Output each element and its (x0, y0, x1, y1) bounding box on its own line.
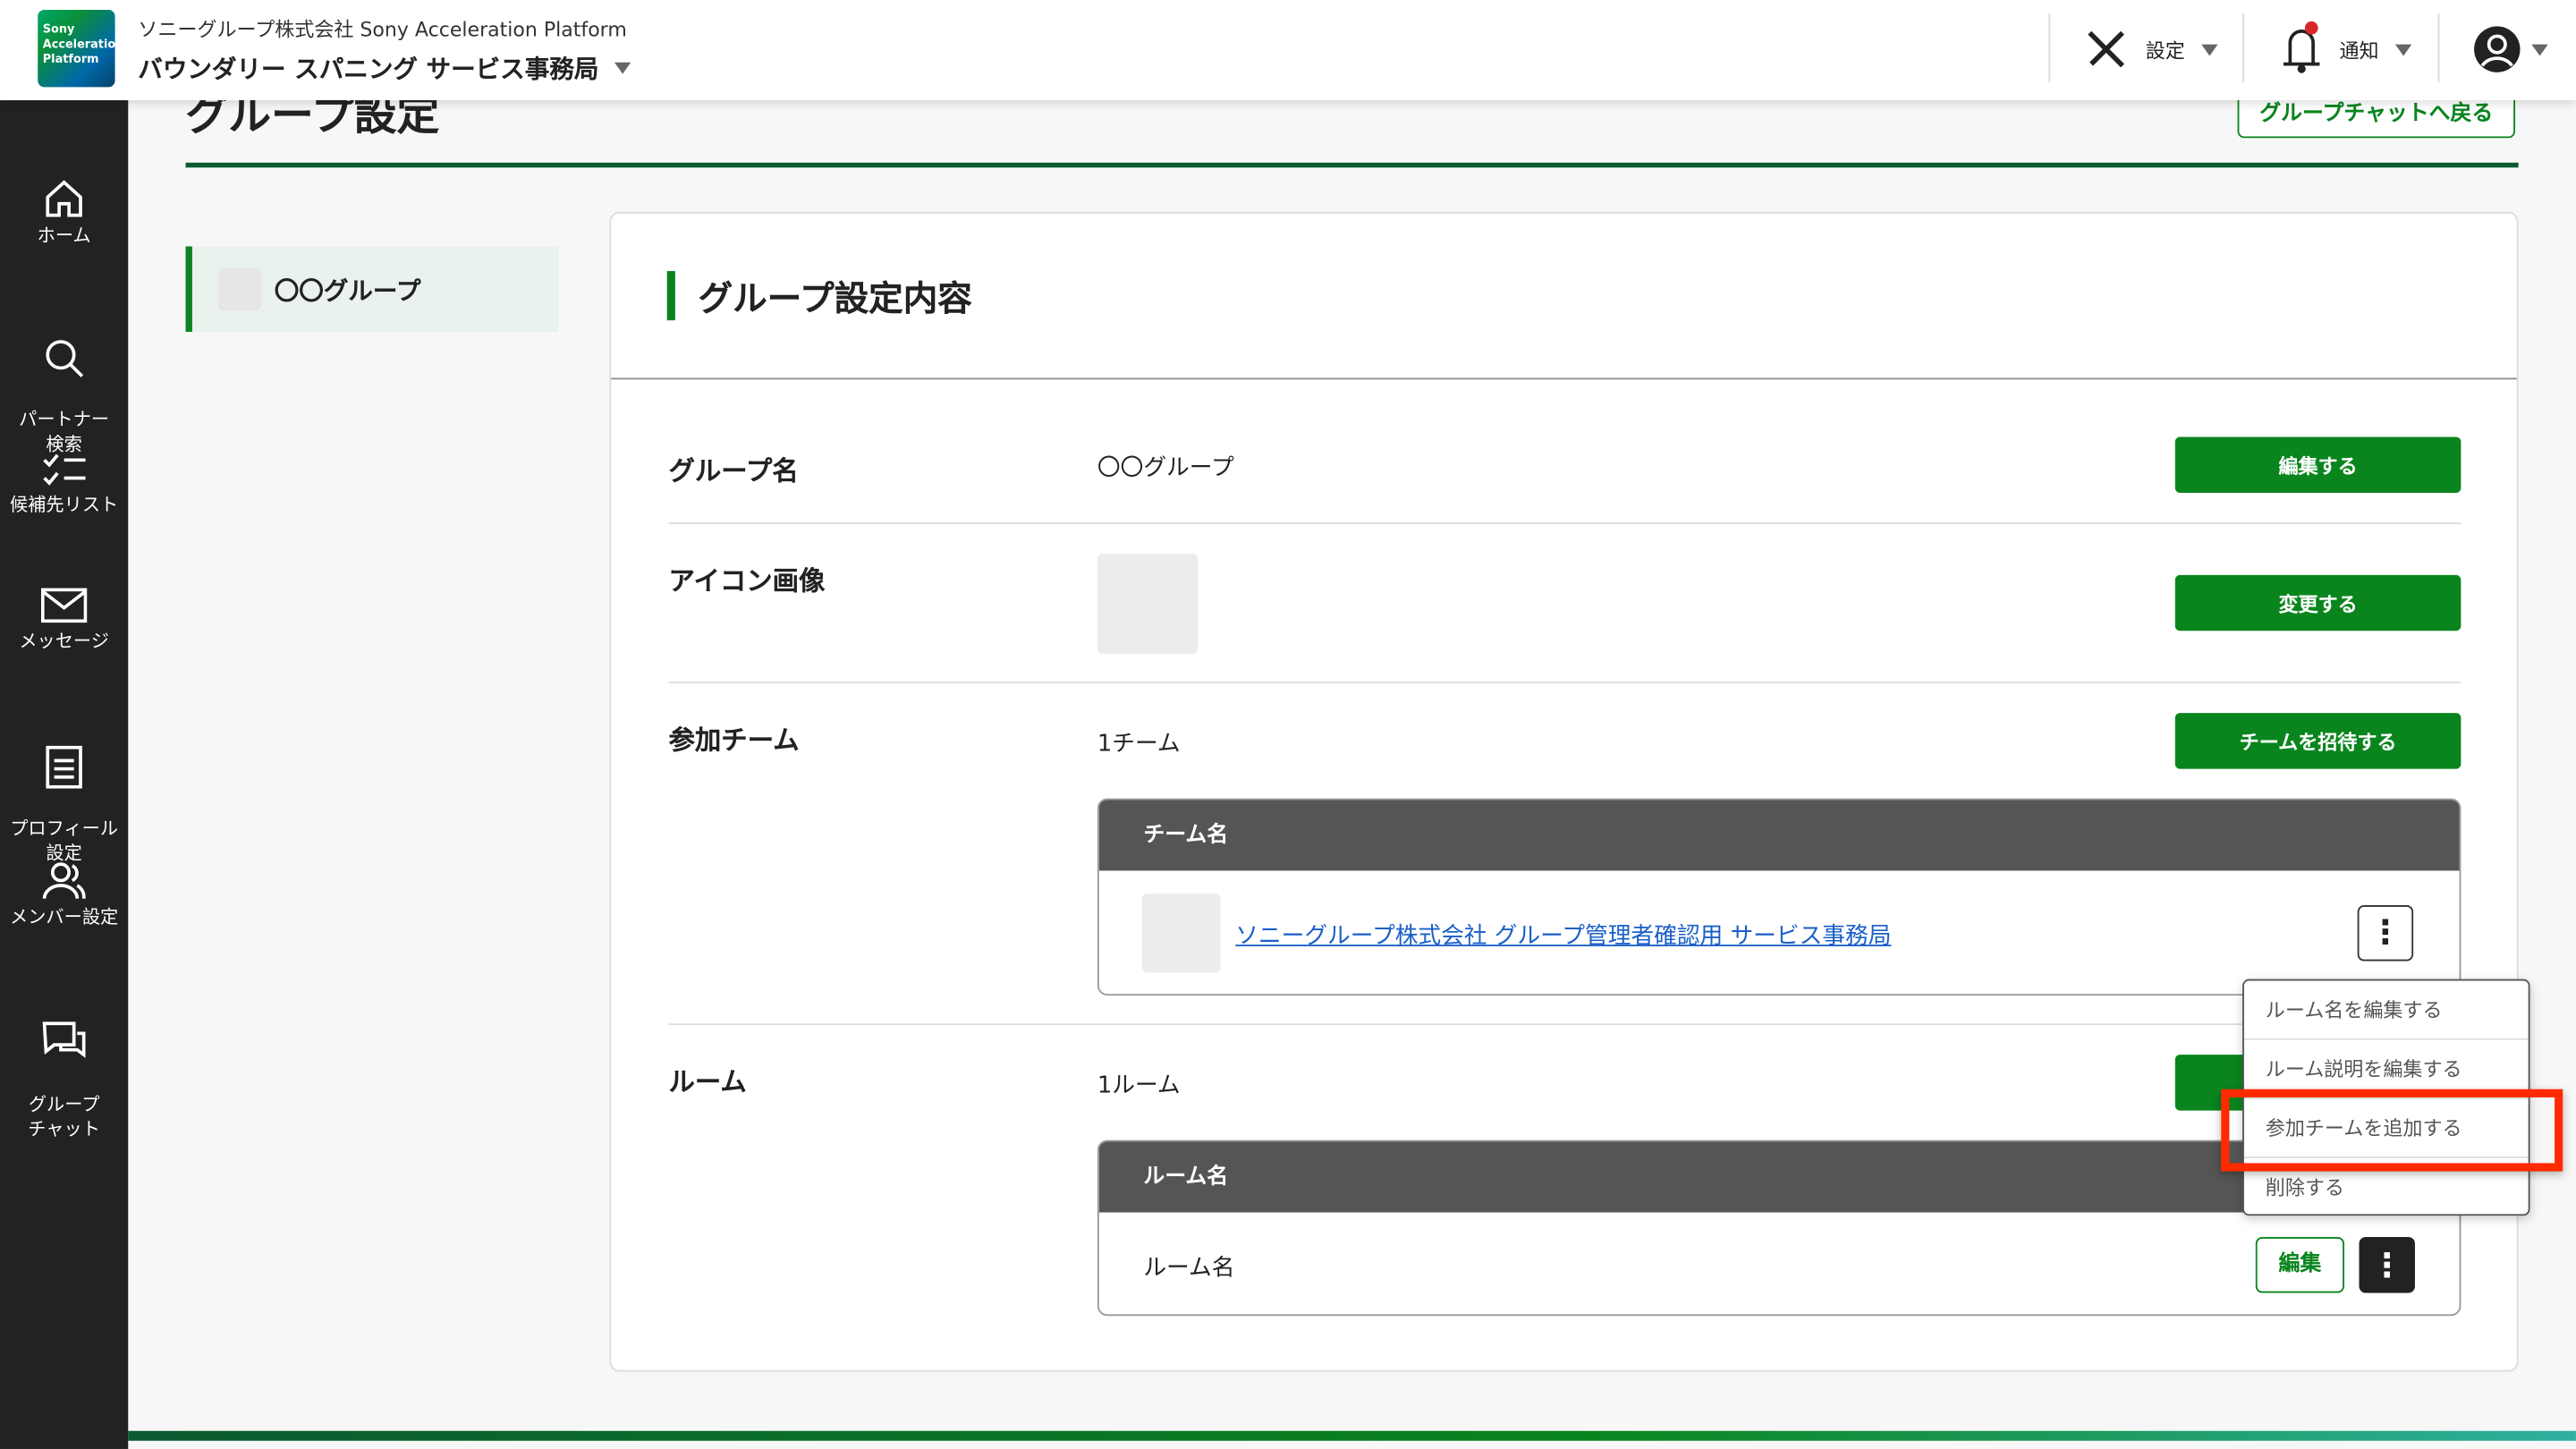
room-edit-button[interactable]: 編集 (2256, 1237, 2344, 1292)
sidebar-item-group-chat[interactable]: グループ チャット (0, 994, 128, 1141)
invite-team-button[interactable]: チームを招待する (2175, 713, 2462, 768)
room-name: ルーム名 (1143, 1250, 1234, 1284)
sidebar-item-label: メンバー設定 (10, 907, 118, 928)
kebab-icon: ⋮ (2370, 1245, 2403, 1284)
icon-image-label: アイコン画像 (669, 558, 826, 597)
sony-acceleration-platform-logo[interactable]: Sony Acceleration Platform (38, 10, 114, 87)
section-title: グループ設定内容 (699, 273, 972, 322)
logo-line: Platform (43, 53, 115, 68)
sidebar-item-label: グループ チャット (28, 1094, 100, 1140)
notification-dot (2305, 21, 2318, 35)
divider (2438, 13, 2440, 82)
divider (611, 377, 2517, 379)
footer-gradient-bar (128, 1431, 2576, 1441)
chevron-down-icon (2395, 44, 2411, 55)
teams-label: 参加チーム (669, 718, 800, 758)
team-icon (1142, 894, 1221, 972)
bell-icon (2280, 23, 2323, 76)
notifications-button[interactable]: 通知 (2280, 23, 2411, 76)
notifications-label: 通知 (2339, 35, 2378, 63)
team-more-button[interactable]: ⋮ (2358, 905, 2413, 961)
group-name-label: グループ名 (669, 448, 799, 487)
team-name-link[interactable]: ソニーグループ株式会社 グループ管理者確認用 サービス事務局 (1235, 919, 1891, 952)
logo-line: Sony (43, 23, 115, 38)
tools-icon (2083, 26, 2129, 72)
sidebar-item-partner-search[interactable]: パートナー 検索 (0, 312, 128, 457)
app-root: Sony Acceleration Platform ソニーグループ株式会社 S… (0, 0, 2576, 1449)
company-name: ソニーグループ株式会社 Sony Acceleration Platform (138, 15, 627, 43)
sidebar-item-messages[interactable]: メッセージ (0, 587, 128, 654)
group-name-value: 〇〇グループ (1097, 450, 1234, 483)
sidebar-item-label: ホーム (38, 225, 91, 247)
divider (2048, 13, 2050, 82)
settings-card: グループ設定内容 グループ名 〇〇グループ 編集する アイコン画像 変更する 参… (609, 212, 2518, 1372)
room-more-button[interactable]: ⋮ (2360, 1237, 2415, 1292)
sidebar-item-label: メッセージ (19, 631, 109, 652)
user-avatar-icon (2472, 25, 2521, 74)
group-icon-placeholder (218, 267, 261, 310)
sidebar-item-member-settings[interactable]: メンバー設定 (0, 860, 128, 930)
divider (2242, 13, 2244, 82)
sidebar-item-label: パートナー 検索 (19, 409, 109, 454)
sidebar-item-profile-settings[interactable]: プロフィール 設定 (0, 718, 128, 866)
group-tab-label: 〇〇グループ (275, 273, 421, 308)
profile-doc-icon (45, 742, 84, 788)
chevron-down-icon (2201, 44, 2217, 55)
title-underline (186, 163, 2519, 168)
chat-icon (41, 1019, 87, 1064)
home-icon (43, 177, 86, 220)
chevron-down-icon (2531, 44, 2547, 55)
team-table: チーム名 ソニーグループ株式会社 グループ管理者確認用 サービス事務局 ⋮ (1097, 799, 2461, 996)
section-accent-bar (667, 271, 675, 320)
org-name: バウンダリー スパニング サービス事務局 (138, 51, 598, 86)
rooms-label: ルーム (669, 1060, 747, 1099)
chevron-down-icon (615, 63, 631, 74)
sidebar-item-home[interactable]: ホーム (0, 177, 128, 248)
edit-group-name-button[interactable]: 編集する (2175, 437, 2462, 493)
rooms-count: 1ルーム (1097, 1068, 1181, 1101)
search-icon (43, 337, 86, 380)
group-icon-image (1097, 554, 1198, 654)
teams-count: 1チーム (1097, 726, 1181, 759)
top-bar: Sony Acceleration Platform ソニーグループ株式会社 S… (0, 0, 2576, 100)
team-table-header: チーム名 (1099, 800, 2460, 870)
settings-menu-button[interactable]: 設定 (2083, 26, 2218, 72)
settings-label: 設定 (2146, 35, 2185, 63)
sidebar-item-candidate-list[interactable]: 候補先リスト (0, 450, 128, 517)
divider (669, 1023, 2462, 1025)
sidebar: ホーム パートナー 検索 候補先リスト メッセージ プロフィール 設定 メンバー… (0, 100, 128, 1449)
checklist-icon (41, 450, 87, 489)
logo-line: Acceleration (43, 38, 115, 53)
group-tab[interactable]: 〇〇グループ (186, 247, 559, 333)
user-menu-button[interactable] (2472, 25, 2547, 74)
sidebar-item-label: プロフィール 設定 (10, 818, 118, 864)
highlight-box (2221, 1089, 2563, 1172)
sidebar-item-label: 候補先リスト (10, 495, 118, 516)
members-icon (41, 860, 87, 902)
menu-item-edit-room-name[interactable]: ルーム名を編集する (2244, 981, 2530, 1040)
kebab-icon: ⋮ (2369, 911, 2402, 951)
mail-icon (41, 587, 87, 626)
change-icon-button[interactable]: 変更する (2175, 575, 2462, 631)
divider (669, 522, 2462, 524)
org-switcher[interactable]: バウンダリー スパニング サービス事務局 (138, 51, 631, 86)
divider (669, 682, 2462, 683)
